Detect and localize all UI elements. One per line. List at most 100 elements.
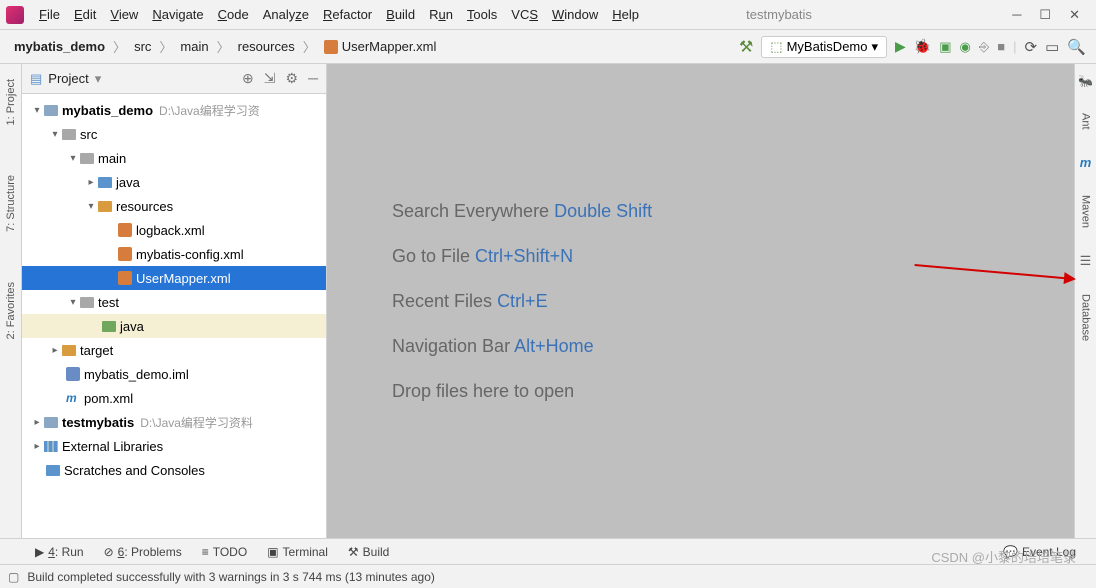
debug-button[interactable]: 🐞 [914, 38, 931, 55]
tab-todo[interactable]: ≡ TODO [202, 545, 247, 559]
menu-refactor[interactable]: Refactor [316, 5, 379, 24]
tree-file-logback[interactable]: logback.xml [22, 218, 326, 242]
event-log-icon: 💬 [1003, 545, 1018, 559]
project-tree[interactable]: ▾ mybatis_demo D:\Java编程学习资 ▾ src ▾ main… [22, 94, 326, 538]
menu-file[interactable]: File [32, 5, 67, 24]
chevron-right-icon: 〉 [303, 37, 316, 56]
test-source-folder-icon [102, 321, 116, 332]
gear-icon[interactable]: ⚙ [286, 70, 299, 87]
status-toggle-icon[interactable]: ▢ [8, 570, 19, 584]
close-button[interactable]: ✕ [1069, 7, 1080, 23]
chevron-down-icon[interactable]: ▾ [95, 71, 102, 87]
menu-navigate[interactable]: Navigate [145, 5, 210, 24]
tree-folder-java[interactable]: ▸ java [22, 170, 326, 194]
title-bar: File Edit View Navigate Code Analyze Ref… [0, 0, 1096, 30]
tab-terminal[interactable]: ▣ Terminal [267, 545, 328, 559]
tree-folder-main[interactable]: ▾ main [22, 146, 326, 170]
tree-folder-target[interactable]: ▸ target [22, 338, 326, 362]
welcome-nav: Navigation Bar Alt+Home [392, 336, 1074, 357]
git-update-icon[interactable]: ⟳ [1025, 38, 1038, 56]
menu-vcs[interactable]: VCS [504, 5, 545, 24]
menu-run[interactable]: Run [422, 5, 460, 24]
welcome-search: Search Everywhere Double Shift [392, 201, 1074, 222]
menu-tools[interactable]: Tools [460, 5, 504, 24]
stop-button[interactable]: ■ [997, 39, 1005, 54]
expand-all-icon[interactable]: ⇲ [264, 70, 276, 87]
status-bar: ▢ Build completed successfully with 3 wa… [0, 564, 1096, 588]
tree-scratches[interactable]: Scratches and Consoles [22, 458, 326, 482]
xml-file-icon [118, 271, 132, 285]
run-button[interactable]: ▶ [895, 38, 906, 55]
run-config-icon: ⬚ [770, 39, 782, 55]
tree-folder-test[interactable]: ▾ test [22, 290, 326, 314]
tab-favorites[interactable]: 2: Favorites [5, 282, 17, 339]
tab-build[interactable]: ⚒ Build [348, 545, 389, 559]
menu-edit[interactable]: Edit [67, 5, 103, 24]
bottom-tool-strip: ▶ 4: Run ⊘ 6: Problems ≡ TODO ▣ Terminal… [0, 538, 1096, 564]
menu-build[interactable]: Build [379, 5, 422, 24]
search-everywhere-icon[interactable]: 🔍 [1067, 38, 1086, 56]
run-tab-icon: ▶ [35, 545, 44, 559]
menu-code[interactable]: Code [211, 5, 256, 24]
maven-file-icon: m [66, 391, 80, 405]
tree-file-pom[interactable]: m pom.xml [22, 386, 326, 410]
crumb-root[interactable]: mybatis_demo [10, 37, 109, 56]
coverage-button[interactable]: ▣ [939, 39, 951, 55]
crumb-src[interactable]: src [130, 37, 155, 56]
tab-project[interactable]: 1: Project [5, 79, 17, 125]
project-structure-icon[interactable]: ▭ [1045, 38, 1059, 56]
right-tool-strip: 🐜 Ant m Maven ☰ Database [1074, 64, 1096, 538]
tree-project-testmybatis[interactable]: ▸ testmybatis D:\Java编程学习资料 [22, 410, 326, 434]
folder-icon [62, 129, 76, 140]
menu-view[interactable]: View [103, 5, 145, 24]
attach-button[interactable]: ⎆ [979, 39, 989, 55]
profile-button[interactable]: ◉ [960, 39, 971, 55]
tree-file-mybatis-config[interactable]: mybatis-config.xml [22, 242, 326, 266]
excluded-folder-icon [62, 345, 76, 356]
crumb-file[interactable]: UserMapper.xml [320, 37, 441, 57]
chevron-down-icon: ▾ [872, 39, 879, 55]
tree-folder-src[interactable]: ▾ src [22, 122, 326, 146]
menu-analyze[interactable]: Analyze [256, 5, 316, 24]
build-tab-icon: ⚒ [348, 545, 359, 559]
crumb-resources[interactable]: resources [234, 37, 299, 56]
chevron-right-icon: 〉 [217, 37, 230, 56]
minimize-button[interactable]: ─ [1012, 7, 1021, 23]
ant-icon: 🐜 [1078, 74, 1093, 88]
run-config-selector[interactable]: ⬚ MyBatisDemo ▾ [761, 36, 887, 58]
welcome-recent: Recent Files Ctrl+E [392, 291, 1074, 312]
tree-file-usermapper[interactable]: UserMapper.xml [22, 266, 326, 290]
select-opened-file-icon[interactable]: ⊕ [242, 70, 254, 87]
tab-maven[interactable]: Maven [1080, 195, 1092, 228]
database-icon: ☰ [1080, 253, 1092, 269]
tab-event-log[interactable]: 💬 Event Log [1003, 545, 1076, 559]
chevron-right-icon: 〉 [113, 37, 126, 56]
chevron-right-icon: 〉 [159, 37, 172, 56]
tab-problems[interactable]: ⊘ 6: Problems [104, 545, 182, 559]
build-icon[interactable]: ⚒ [739, 37, 753, 57]
tab-structure[interactable]: 7: Structure [5, 175, 17, 232]
crumb-main[interactable]: main [176, 37, 212, 56]
project-panel-title[interactable]: Project [48, 71, 88, 86]
hide-icon[interactable]: ─ [308, 70, 318, 87]
tab-ant[interactable]: Ant [1080, 113, 1092, 130]
tree-folder-test-java[interactable]: java [22, 314, 326, 338]
menu-window[interactable]: Window [545, 5, 605, 24]
maximize-button[interactable]: ☐ [1039, 7, 1051, 23]
tree-external-libraries[interactable]: ▸ External Libraries [22, 434, 326, 458]
tab-run[interactable]: ▶ 4: Run [35, 545, 84, 559]
scratches-icon [46, 465, 60, 476]
project-panel-header: ▤ Project ▾ ⊕ ⇲ ⚙ ─ [22, 64, 326, 94]
left-tool-strip: 1: Project 7: Structure 2: Favorites [0, 64, 22, 538]
tab-database[interactable]: Database [1080, 294, 1092, 341]
tree-file-iml[interactable]: mybatis_demo.iml [22, 362, 326, 386]
iml-file-icon [66, 367, 80, 381]
source-folder-icon [98, 177, 112, 188]
module-icon [44, 105, 58, 116]
menu-help[interactable]: Help [605, 5, 646, 24]
tree-folder-resources[interactable]: ▾ resources [22, 194, 326, 218]
tree-project-root[interactable]: ▾ mybatis_demo D:\Java编程学习资 [22, 98, 326, 122]
xml-file-icon [324, 40, 338, 54]
run-config-label: MyBatisDemo [787, 39, 868, 54]
breadcrumb: mybatis_demo 〉 src 〉 main 〉 resources 〉 … [10, 37, 440, 57]
